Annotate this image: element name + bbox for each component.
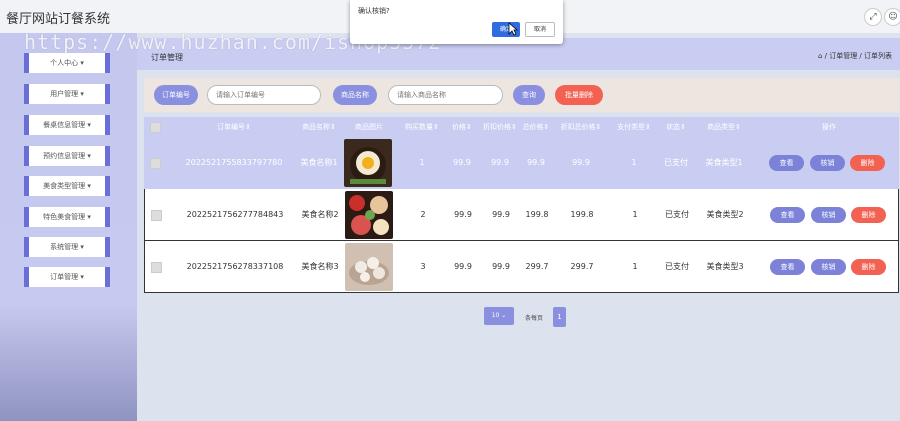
cell-discount-total: 299.7 xyxy=(570,262,594,271)
cell-discount-total: 199.8 xyxy=(570,210,594,219)
dialog-cancel-button[interactable]: 取消 xyxy=(525,22,555,37)
cell-pay-type: 1 xyxy=(632,262,638,271)
view-button[interactable]: 查看 xyxy=(769,155,804,171)
food-image xyxy=(345,191,393,239)
page-size-select[interactable]: 10 ⌄ xyxy=(484,307,514,325)
app-title: 餐厅网站订餐系统 xyxy=(6,12,111,27)
dialog-message: 确认核销? xyxy=(358,7,390,15)
col-order-no[interactable]: 订单编号⇕ xyxy=(174,117,294,137)
batch-delete-button[interactable]: 批量删除 xyxy=(555,85,603,105)
cell-pay-type: 1 xyxy=(631,158,637,167)
food-image xyxy=(344,139,392,187)
sidebar-item-user-management[interactable]: 用户管理 ▾ xyxy=(24,84,110,104)
cell-product-type: 美食类型2 xyxy=(706,210,744,219)
cell-product-type: 美食类型1 xyxy=(705,158,743,167)
fullscreen-icon[interactable]: ⤢ xyxy=(864,8,882,26)
cell-product-name: 美食名称1 xyxy=(300,158,338,167)
sidebar-item-order-management[interactable]: 订单管理 ▾ xyxy=(24,267,110,287)
cell-qty: 2 xyxy=(420,210,426,219)
table-row[interactable]: 2022521756277784843 美食名称2 2 99.9 99.9 19… xyxy=(144,189,899,241)
cell-status: 已支付 xyxy=(665,262,689,271)
cell-discount-total: 99.9 xyxy=(572,158,590,167)
query-button[interactable]: 查询 xyxy=(513,85,545,105)
sidebar-item-system[interactable]: 系统管理 ▾ xyxy=(24,237,110,257)
cell-total-price: 199.8 xyxy=(525,210,549,219)
sidebar-item-special-food[interactable]: 特色美食管理 ▾ xyxy=(24,207,110,227)
cell-total-price: 99.9 xyxy=(527,158,545,167)
sidebar-item-food-type[interactable]: 美食类型管理 ▾ xyxy=(24,176,110,196)
cell-status: 已支付 xyxy=(665,210,689,219)
cell-product-name: 美食名称2 xyxy=(301,210,339,219)
food-image xyxy=(345,243,393,291)
col-status[interactable]: 状态⇕ xyxy=(656,117,696,137)
delete-button[interactable]: 删除 xyxy=(850,155,885,171)
product-name-input[interactable] xyxy=(388,85,503,105)
col-product-image: 商品图片 xyxy=(355,123,383,131)
verify-button[interactable]: 核销 xyxy=(811,259,846,275)
sidebar: 个人中心 ▾ 用户管理 ▾ 餐桌信息管理 ▾ 预约信息管理 ▾ 美食类型管理 ▾… xyxy=(0,33,137,421)
cell-order-no: 2022521756278337108 xyxy=(186,262,284,271)
delete-button[interactable]: 删除 xyxy=(851,259,886,275)
view-button[interactable]: 查看 xyxy=(770,259,805,275)
page-number-current[interactable]: 1 xyxy=(553,307,566,327)
cell-total-price: 299.7 xyxy=(525,262,549,271)
cell-order-no: 2022521755833797780 xyxy=(185,158,283,167)
select-all-checkbox[interactable] xyxy=(150,122,161,133)
col-qty[interactable]: 购买数量⇕ xyxy=(399,117,445,137)
mouse-cursor-icon xyxy=(508,22,518,36)
cell-qty: 3 xyxy=(420,262,426,271)
col-discount-total[interactable]: 折扣总价格⇕ xyxy=(551,117,611,137)
main-content: 订单管理 ⌂ / 订单管理 / 订单列表 订单编号 商品名称 查询 批量删除 订… xyxy=(137,33,900,421)
view-button[interactable]: 查看 xyxy=(770,207,805,223)
cell-pay-type: 1 xyxy=(632,210,638,219)
col-actions: 操作 xyxy=(822,123,836,131)
col-total-price[interactable]: 总价格⇕ xyxy=(516,117,556,137)
search-bar: 订单编号 商品名称 查询 批量删除 xyxy=(144,78,899,112)
row-checkbox[interactable] xyxy=(151,262,162,273)
breadcrumb[interactable]: ⌂ / 订单管理 / 订单列表 xyxy=(818,51,892,61)
delete-button[interactable]: 删除 xyxy=(851,207,886,223)
page-size-value: 10 xyxy=(491,312,500,319)
col-product-type[interactable]: 商品类型⇕ xyxy=(694,117,754,137)
sidebar-item-table-info[interactable]: 餐桌信息管理 ▾ xyxy=(24,115,110,135)
table-row[interactable]: 2022521755833797780 美食名称1 1 99.9 99.9 99… xyxy=(144,137,899,189)
row-checkbox[interactable] xyxy=(151,210,162,221)
col-pay-type[interactable]: 支付类型⇕ xyxy=(609,117,659,137)
row-checkbox[interactable] xyxy=(150,158,161,169)
table-header: 订单编号⇕ 商品名称⇕ 商品图片 购买数量⇕ 价格⇕ 折扣价格⇕ 总价格⇕ 折扣… xyxy=(144,117,899,137)
cell-product-type: 美食类型3 xyxy=(706,262,744,271)
cell-qty: 1 xyxy=(419,158,425,167)
table-row[interactable]: 2022521756278337108 美食名称3 3 99.9 99.9 29… xyxy=(144,241,899,293)
confirm-dialog: 确认核销? 确定 取消 xyxy=(350,0,563,44)
order-no-input[interactable] xyxy=(207,85,321,105)
user-icon[interactable]: ☺ xyxy=(884,8,900,26)
sidebar-item-reservation-info[interactable]: 预约信息管理 ▾ xyxy=(24,146,110,166)
product-name-label: 商品名称 xyxy=(333,85,377,105)
col-product-name[interactable]: 商品名称⇕ xyxy=(289,117,349,137)
verify-button[interactable]: 核销 xyxy=(810,155,845,171)
cell-product-name: 美食名称3 xyxy=(301,262,339,271)
verify-button[interactable]: 核销 xyxy=(811,207,846,223)
per-page-label: 条每页 xyxy=(525,315,544,322)
cell-status: 已支付 xyxy=(664,158,688,167)
sidebar-item-personal-center[interactable]: 个人中心 ▾ xyxy=(24,53,110,73)
order-no-label: 订单编号 xyxy=(154,85,198,105)
cell-order-no: 2022521756277784843 xyxy=(186,210,284,219)
